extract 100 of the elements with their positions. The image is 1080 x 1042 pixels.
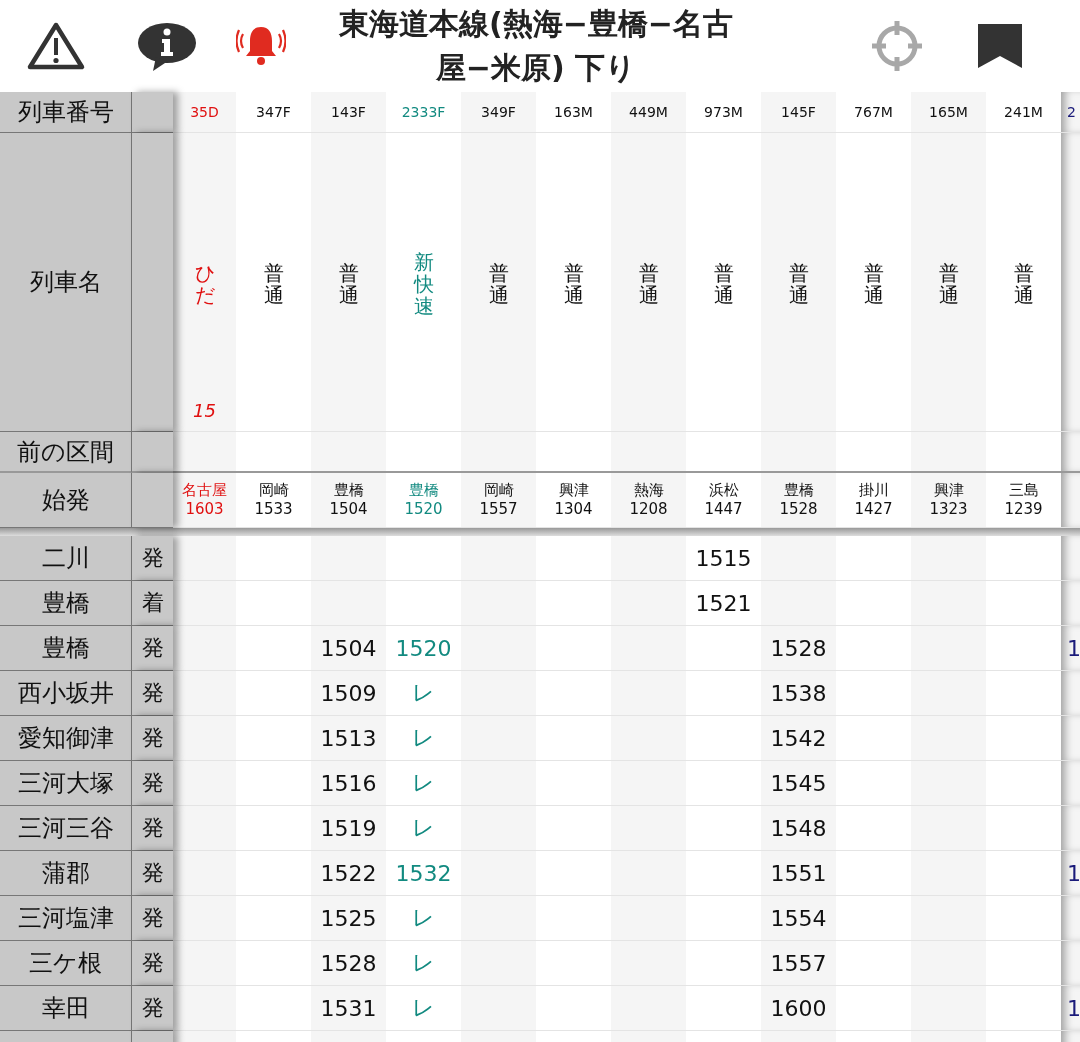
table-cell — [173, 806, 236, 851]
time-cell: 1509 — [311, 671, 386, 716]
train-name: 普通 — [338, 262, 359, 306]
time-cell: 1554 — [761, 896, 836, 941]
origin-time: 1528 — [779, 500, 818, 519]
table-cell — [1061, 536, 1080, 581]
train-name: 普通 — [638, 262, 659, 306]
arrival-departure-mark: 発 — [132, 671, 173, 716]
station-name: 蒲郡 — [0, 851, 132, 896]
origin-station: 興津 — [933, 481, 964, 500]
arrival-departure-mark: 発 — [132, 896, 173, 941]
time-cell: 1528 — [761, 626, 836, 671]
row-label: 列車番号 — [0, 92, 132, 133]
arrival-departure-mark: 発 — [132, 761, 173, 806]
station-name: 豊橋 — [0, 626, 132, 671]
train-name: 普通 — [263, 262, 284, 306]
table-cell — [173, 716, 236, 761]
station-name: 三ケ根 — [0, 941, 132, 986]
train-name: ひだ — [194, 262, 215, 306]
station-name: 三河大塚 — [0, 761, 132, 806]
station-name: 愛知御津 — [0, 716, 132, 761]
train-number: 145F — [761, 92, 836, 133]
table-cell — [173, 941, 236, 986]
time-cell: 1522 — [311, 851, 386, 896]
origin-time: 1208 — [629, 500, 668, 519]
origin-station: 浜松 — [708, 481, 739, 500]
table-cell — [1061, 806, 1080, 851]
warning-icon[interactable] — [26, 21, 86, 71]
table-cell — [1061, 761, 1080, 806]
train-name: 普通 — [488, 262, 509, 306]
train-number: 35D — [173, 92, 236, 133]
origin-station: 岡崎 — [258, 481, 289, 500]
station-name: 二川 — [0, 536, 132, 581]
time-cell: 1 — [1061, 986, 1080, 1031]
origin-station: 豊橋 — [783, 481, 814, 500]
table-cell — [132, 432, 173, 473]
info-icon[interactable] — [136, 21, 198, 71]
origin-station: 豊橋 — [408, 481, 439, 500]
origin-time: 1603 — [185, 500, 224, 519]
train-number: 2 — [1061, 92, 1080, 133]
table-cell — [173, 536, 236, 581]
train-name: 普通 — [863, 262, 884, 306]
origin-time: 1323 — [929, 500, 968, 519]
table-cell — [173, 626, 236, 671]
table-cell — [132, 92, 173, 133]
train-name: 普通 — [938, 262, 959, 306]
time-cell: 1519 — [311, 806, 386, 851]
time-cell: 1525 — [311, 896, 386, 941]
time-cell: 1545 — [761, 761, 836, 806]
page-title: 東海道本線(熱海−豊橋−名古屋−米原) 下り — [338, 5, 734, 87]
origin-time: 1533 — [254, 500, 293, 519]
train-number: 143F — [311, 92, 386, 133]
station-name: 三河三谷 — [0, 806, 132, 851]
train-name: 普通 — [788, 262, 809, 306]
arrival-departure-mark: 着 — [132, 581, 173, 626]
station-name: 西小坂井 — [0, 671, 132, 716]
origin-station: 掛川 — [858, 481, 889, 500]
train-name: 新快速 — [413, 251, 434, 317]
train-number: 449M — [611, 92, 686, 133]
table-cell — [173, 896, 236, 941]
arrival-departure-mark: 発 — [132, 716, 173, 761]
time-cell: 1557 — [761, 941, 836, 986]
table-cell — [173, 986, 236, 1031]
time-cell: 1548 — [761, 806, 836, 851]
table-cell — [1061, 716, 1080, 761]
origin-time: 1239 — [1004, 500, 1043, 519]
origin-station: 興津 — [558, 481, 589, 500]
station-name: 三河塩津 — [0, 896, 132, 941]
time-cell: 1551 — [761, 851, 836, 896]
arrival-departure-mark: 発 — [132, 626, 173, 671]
table-cell — [173, 581, 236, 626]
origin-station: 名古屋 — [182, 481, 227, 500]
table-cell — [1061, 896, 1080, 941]
origin-time: 1557 — [479, 500, 518, 519]
origin-station: 三島 — [1008, 481, 1039, 500]
train-name: 普通 — [713, 262, 734, 306]
bookmark-icon[interactable] — [976, 22, 1024, 70]
origin-time: 1504 — [329, 500, 368, 519]
arrival-departure-mark: 発 — [132, 941, 173, 986]
time-cell: 1528 — [311, 941, 386, 986]
time-cell: 1 — [1061, 626, 1080, 671]
table-cell — [1061, 432, 1080, 473]
train-name: 普通 — [1013, 262, 1034, 306]
bell-icon[interactable] — [236, 24, 286, 68]
table-cell — [173, 761, 236, 806]
arrival-departure-mark: 発 — [132, 536, 173, 581]
origin-station: 熱海 — [633, 481, 664, 500]
origin-station: 岡崎 — [483, 481, 514, 500]
arrival-departure-mark: 発 — [132, 851, 173, 896]
origin-time: 1447 — [704, 500, 743, 519]
time-cell: 1531 — [311, 986, 386, 1031]
station-name: 豊橋 — [0, 581, 132, 626]
time-cell: 1516 — [311, 761, 386, 806]
train-number: 165M — [911, 92, 986, 133]
arrival-departure-mark: 発 — [132, 806, 173, 851]
time-cell: 1504 — [311, 626, 386, 671]
time-cell: 1513 — [311, 716, 386, 761]
train-note: 15 — [193, 400, 216, 421]
table-cell — [1061, 671, 1080, 716]
table-cell — [1061, 941, 1080, 986]
